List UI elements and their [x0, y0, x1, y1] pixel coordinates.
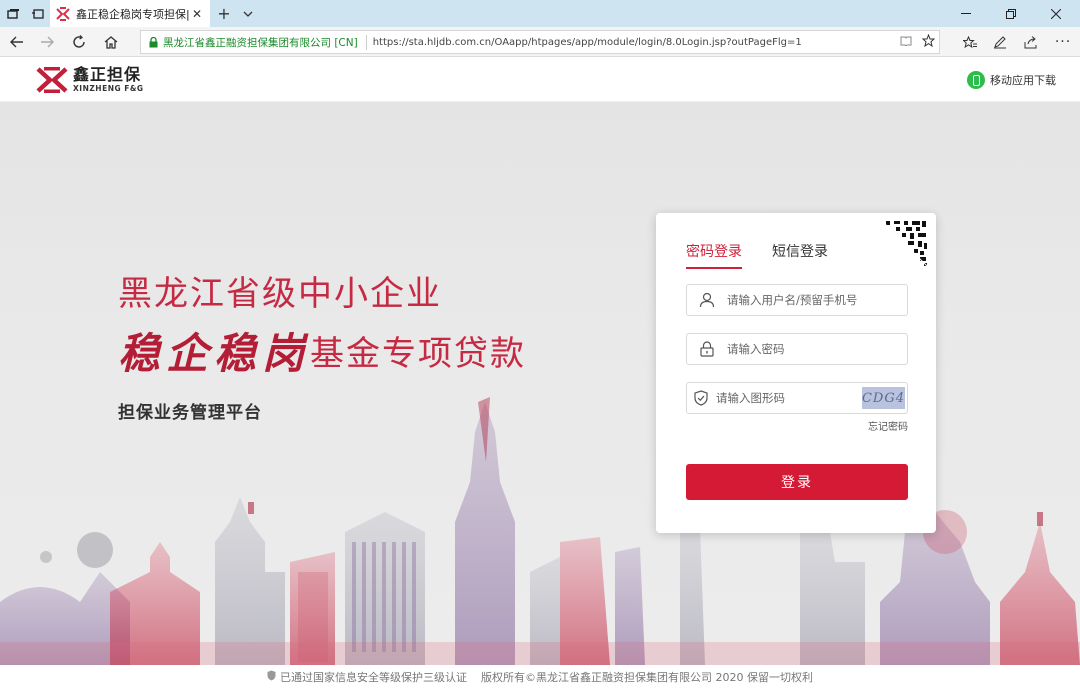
password-field[interactable]: [686, 333, 908, 365]
captcha-input[interactable]: [715, 384, 862, 412]
qr-code-login-icon[interactable]: [880, 219, 928, 267]
security-certification-text: 已通过国家信息安全等级保护三级认证: [280, 670, 467, 684]
close-window-icon[interactable]: [1034, 0, 1078, 27]
mobile-phone-icon: [967, 71, 985, 89]
address-bar[interactable]: 黑龙江省鑫正融资担保集团有限公司 [CN] https://sta.hljdb.…: [140, 30, 940, 54]
login-method-tabs: 密码登录 短信登录: [686, 241, 858, 269]
forgot-password-link[interactable]: 忘记密码: [868, 418, 908, 433]
hero-headline-line2: 稳企稳岗 基金专项贷款: [118, 320, 526, 381]
refresh-icon[interactable]: [64, 27, 94, 57]
tab-password-login[interactable]: 密码登录: [686, 241, 742, 269]
minimize-window-icon[interactable]: [944, 0, 988, 27]
browser-tab-strip: 鑫正稳企稳岗专项担保| ✕ +: [0, 0, 1080, 27]
password-input[interactable]: [727, 335, 907, 363]
shield-check-icon: [687, 383, 716, 413]
forward-icon[interactable]: [32, 27, 62, 57]
username-field[interactable]: [686, 284, 908, 316]
hero-headline-emphasis: 稳企稳岗: [118, 329, 311, 378]
home-icon[interactable]: [96, 27, 126, 57]
lock-icon: [687, 334, 727, 364]
restore-window-icon[interactable]: [989, 0, 1033, 27]
tab-sms-login[interactable]: 短信登录: [772, 241, 828, 269]
share-icon[interactable]: [1016, 27, 1046, 57]
xinzheng-logo-mark-icon: [36, 67, 68, 93]
logo-english-name: XINZHENG F&G: [73, 84, 144, 93]
hero-headline-rest: 基金专项贷款: [310, 334, 527, 374]
username-input[interactable]: [727, 286, 907, 314]
tab-actions-icon[interactable]: [0, 0, 26, 27]
login-button[interactable]: 登录: [686, 464, 908, 500]
hero-banner: 黑龙江省级中小企业 稳企稳岗 基金专项贷款 担保业务管理平台 密码登录 短信登录: [0, 102, 1080, 665]
hero-subtitle: 担保业务管理平台: [118, 403, 262, 423]
tab-list-chevron-icon[interactable]: [238, 0, 258, 27]
browser-tab[interactable]: 鑫正稳企稳岗专项担保| ✕: [50, 0, 210, 27]
more-options-icon[interactable]: ···: [1048, 27, 1078, 57]
favorites-hub-icon[interactable]: [955, 27, 985, 57]
user-icon: [687, 285, 727, 315]
favorite-star-icon[interactable]: [917, 33, 939, 50]
site-certificate[interactable]: 黑龙江省鑫正融资担保集团有限公司 [CN]: [163, 34, 367, 50]
hero-headline-line1: 黑龙江省级中小企业: [118, 274, 442, 314]
site-header: 鑫正担保 XINZHENG F&G 移动应用下载: [0, 58, 1080, 102]
site-favicon-icon: [56, 6, 70, 21]
mobile-download-label: 移动应用下载: [990, 74, 1056, 87]
mobile-app-download-link[interactable]: 移动应用下载: [967, 71, 1056, 89]
url-text[interactable]: https://sta.hljdb.com.cn/OAapp/htpages/a…: [373, 37, 895, 48]
browser-navbar: 黑龙江省鑫正融资担保集团有限公司 [CN] https://sta.hljdb.…: [0, 27, 1080, 57]
close-tab-icon[interactable]: ✕: [190, 7, 204, 21]
new-tab-icon[interactable]: +: [214, 0, 234, 27]
company-logo[interactable]: 鑫正担保 XINZHENG F&G: [36, 66, 144, 94]
captcha-image[interactable]: CDG4: [861, 387, 905, 409]
reading-view-icon[interactable]: [895, 35, 917, 49]
web-note-pen-icon[interactable]: [985, 27, 1015, 57]
set-aside-tabs-icon[interactable]: [24, 0, 50, 27]
security-badge-icon: [267, 670, 276, 684]
secure-lock-icon[interactable]: [145, 30, 161, 54]
back-icon[interactable]: [2, 27, 32, 57]
login-card: 密码登录 短信登录 CDG4 忘记密码 登录: [656, 213, 936, 533]
captcha-field[interactable]: CDG4: [686, 382, 908, 414]
logo-chinese-name: 鑫正担保: [73, 65, 142, 84]
copyright-text: 版权所有©黑龙江省鑫正融资担保集团有限公司 2020 保留一切权利: [481, 670, 813, 684]
tab-title: 鑫正稳企稳岗专项担保|: [76, 7, 190, 21]
page-footer: 已通过国家信息安全等级保护三级认证 版权所有©黑龙江省鑫正融资担保集团有限公司 …: [0, 665, 1080, 688]
